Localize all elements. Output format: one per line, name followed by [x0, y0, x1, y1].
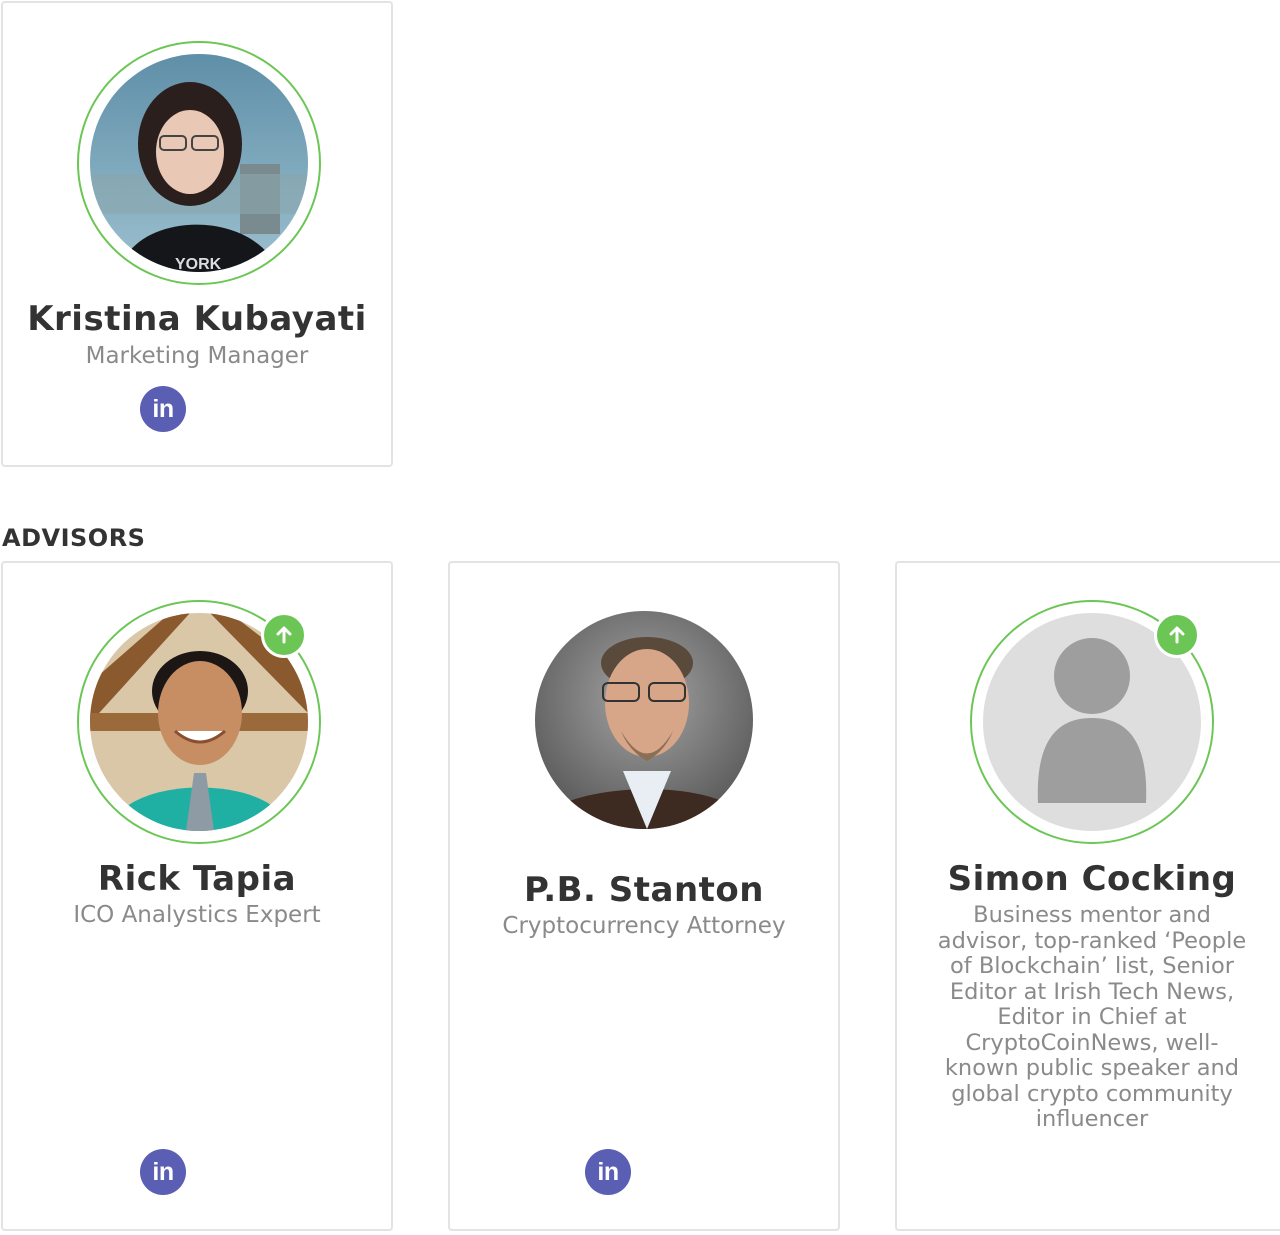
section-title-advisors: ADVISORS [2, 524, 146, 552]
advisor-card-rick: Rick Tapia ICO Analystics Expert in [1, 561, 393, 1231]
avatar [77, 600, 321, 844]
avatar [970, 600, 1214, 844]
avatar-photo [535, 611, 753, 829]
linkedin-icon[interactable]: in [140, 386, 186, 432]
arrow-up-icon [1154, 612, 1200, 658]
advisor-name: Rick Tapia [97, 859, 297, 899]
linkedin-icon[interactable]: in [140, 1149, 186, 1195]
advisor-role: Cryptocurrency Attorney [502, 913, 786, 939]
member-role: Marketing Manager [85, 343, 309, 369]
advisor-name: Simon Cocking [947, 859, 1237, 899]
avatar: YORK [77, 41, 321, 285]
arrow-up-icon [261, 612, 307, 658]
advisor-card-simon: Simon Cocking Business mentor and adviso… [895, 561, 1280, 1231]
member-name: Kristina Kubayati [27, 299, 367, 339]
avatar-photo: YORK [90, 54, 308, 272]
advisor-bio: Business mentor and advisor, top-ranked … [937, 902, 1247, 1132]
advisor-name: P.B. Stanton [524, 870, 764, 910]
advisor-card-stanton: P.B. Stanton Cryptocurrency Attorney in [448, 561, 840, 1231]
team-card-kristina: YORK Kristina Kubayati Marketing Manager… [1, 1, 393, 467]
linkedin-icon[interactable]: in [585, 1149, 631, 1195]
svg-text:YORK: YORK [175, 256, 222, 272]
advisor-role: ICO Analystics Expert [73, 902, 321, 928]
